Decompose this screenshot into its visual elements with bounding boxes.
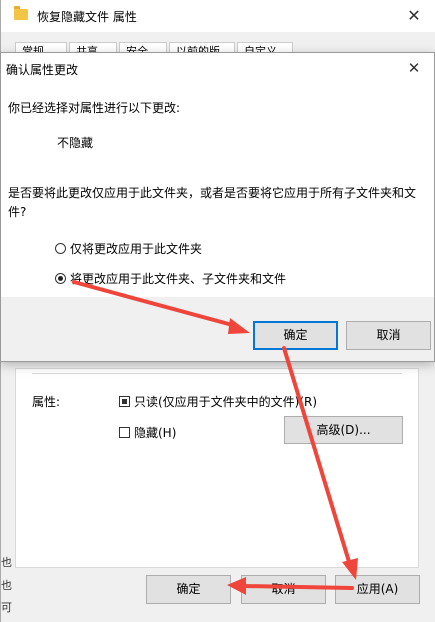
side-text-2: 也 (1, 579, 12, 592)
dialog-question-line1: 是否要将此更改仅应用于此文件夹，或者是否要将它应用于所有子文件夹和文 (8, 186, 417, 200)
general-tab-panel: 属性: 只读(仅应用于文件夹中的文件)(R) 隐藏(H) 高级(D)... (15, 368, 419, 568)
properties-cancel-button[interactable]: 取消 (241, 575, 326, 604)
dialog-ok-button[interactable]: 确定 (253, 321, 338, 350)
option-all[interactable]: 将更改应用于此文件夹、子文件夹和文件 (55, 270, 286, 287)
dialog-cancel-button[interactable]: 取消 (346, 321, 431, 350)
hidden-checkbox[interactable] (119, 427, 130, 438)
side-text-1: 也 (1, 556, 12, 569)
properties-titlebar: 恢复隐藏文件 属性 ✕ (1, 0, 435, 32)
properties-ok-button[interactable]: 确定 (146, 575, 231, 604)
option-this-folder[interactable]: 仅将更改应用于此文件夹 (55, 240, 202, 257)
dialog-change-item: 不隐藏 (57, 136, 94, 150)
readonly-checkbox-row[interactable]: 只读(仅应用于文件夹中的文件)(R) (119, 393, 317, 410)
dialog-question-line2: 件? (8, 205, 27, 219)
dialog-button-bar: 确定 取消 (1, 297, 434, 361)
folder-icon (14, 6, 28, 20)
confirm-changes-dialog: 确认属性更改 ✕ 你已经选择对属性进行以下更改: 不隐藏 是否要将此更改仅应用于… (0, 52, 435, 362)
dialog-titlebar: 确认属性更改 ✕ (1, 53, 434, 83)
readonly-checkbox[interactable] (119, 396, 130, 407)
attributes-label: 属性: (32, 395, 61, 409)
side-text-3: 可 (1, 601, 12, 614)
option-this-folder-radio[interactable] (55, 243, 66, 254)
option-all-radio[interactable] (55, 273, 66, 284)
properties-title: 恢复隐藏文件 属性 (37, 10, 137, 24)
properties-apply-button[interactable]: 应用(A) (335, 575, 420, 604)
properties-button-bar: 确定 取消 应用(A) (1, 568, 435, 622)
option-all-label: 将更改应用于此文件夹、子文件夹和文件 (70, 272, 287, 286)
dialog-close-icon[interactable]: ✕ (394, 53, 434, 83)
panel-divider (32, 373, 402, 374)
dialog-intro: 你已经选择对属性进行以下更改: (8, 101, 181, 115)
dialog-title: 确认属性更改 (6, 63, 79, 77)
properties-close-icon[interactable]: ✕ (392, 0, 435, 32)
option-this-folder-label: 仅将更改应用于此文件夹 (70, 242, 203, 256)
hidden-checkbox-row[interactable]: 隐藏(H) (119, 424, 176, 441)
hidden-label: 隐藏(H) (134, 426, 177, 440)
advanced-button[interactable]: 高级(D)... (284, 416, 403, 444)
readonly-label: 只读(仅应用于文件夹中的文件)(R) (134, 395, 318, 409)
